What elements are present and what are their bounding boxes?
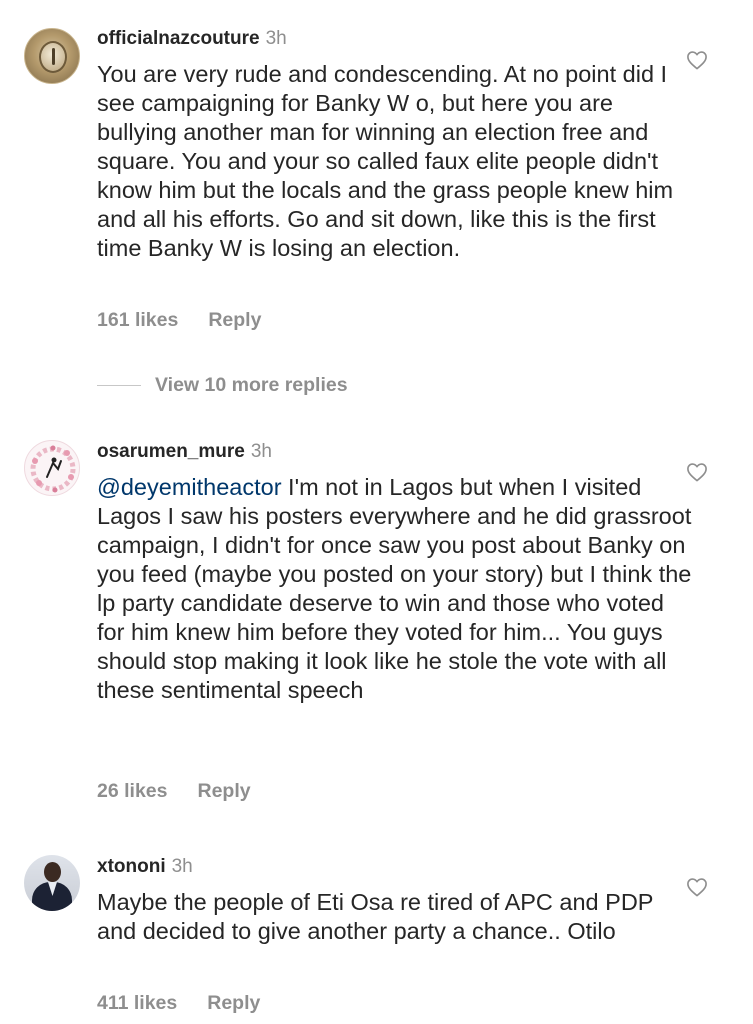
avatar-image [39,41,67,73]
view-more-replies-label: View 10 more replies [155,373,348,396]
floral-wreath-icon [30,445,76,493]
comment-header: osarumen_mure 3h [97,440,272,464]
avatar[interactable] [24,855,80,911]
user-mention-link[interactable]: @deyemitheactor [97,474,282,500]
likes-count[interactable]: 26 likes [97,780,167,802]
comment-header: officialnazcouture 3h [97,27,287,51]
reply-button[interactable]: Reply [197,780,250,802]
heart-outline-icon[interactable] [686,462,708,482]
timestamp: 3h [265,28,287,49]
reply-button[interactable]: Reply [207,992,260,1014]
avatar[interactable] [24,440,80,496]
comment-body: I'm not in Lagos but when I visited Lago… [97,474,692,703]
comment-text: You are very rude and condescending. At … [97,61,674,261]
heart-outline-icon[interactable] [686,877,708,897]
reply-button[interactable]: Reply [208,309,261,331]
username[interactable]: xtononi [97,856,166,877]
divider [97,384,141,386]
heart-outline-icon[interactable] [686,50,708,70]
username[interactable]: officialnazcouture [97,28,260,49]
comments-screen: officialnazcouture 3h You are very rude a… [0,0,753,1024]
comment-actions: 26 likes Reply [97,779,251,803]
comment-text: @deyemitheactor I'm not in Lagos but whe… [97,473,697,705]
username[interactable]: osarumen_mure [97,441,245,462]
avatar[interactable] [24,28,80,84]
avatar-head [44,862,61,882]
view-more-replies[interactable]: View 10 more replies [97,373,348,397]
timestamp: 3h [250,441,272,462]
timestamp: 3h [171,856,193,877]
comment-header: xtononi 3h [97,855,193,879]
likes-count[interactable]: 411 likes [97,992,177,1014]
comment-actions: 161 likes Reply [97,308,261,332]
likes-count[interactable]: 161 likes [97,309,178,331]
comment-actions: 411 likes Reply [97,991,260,1015]
comment-text: Maybe the people of Eti Osa re tired of … [97,889,654,944]
